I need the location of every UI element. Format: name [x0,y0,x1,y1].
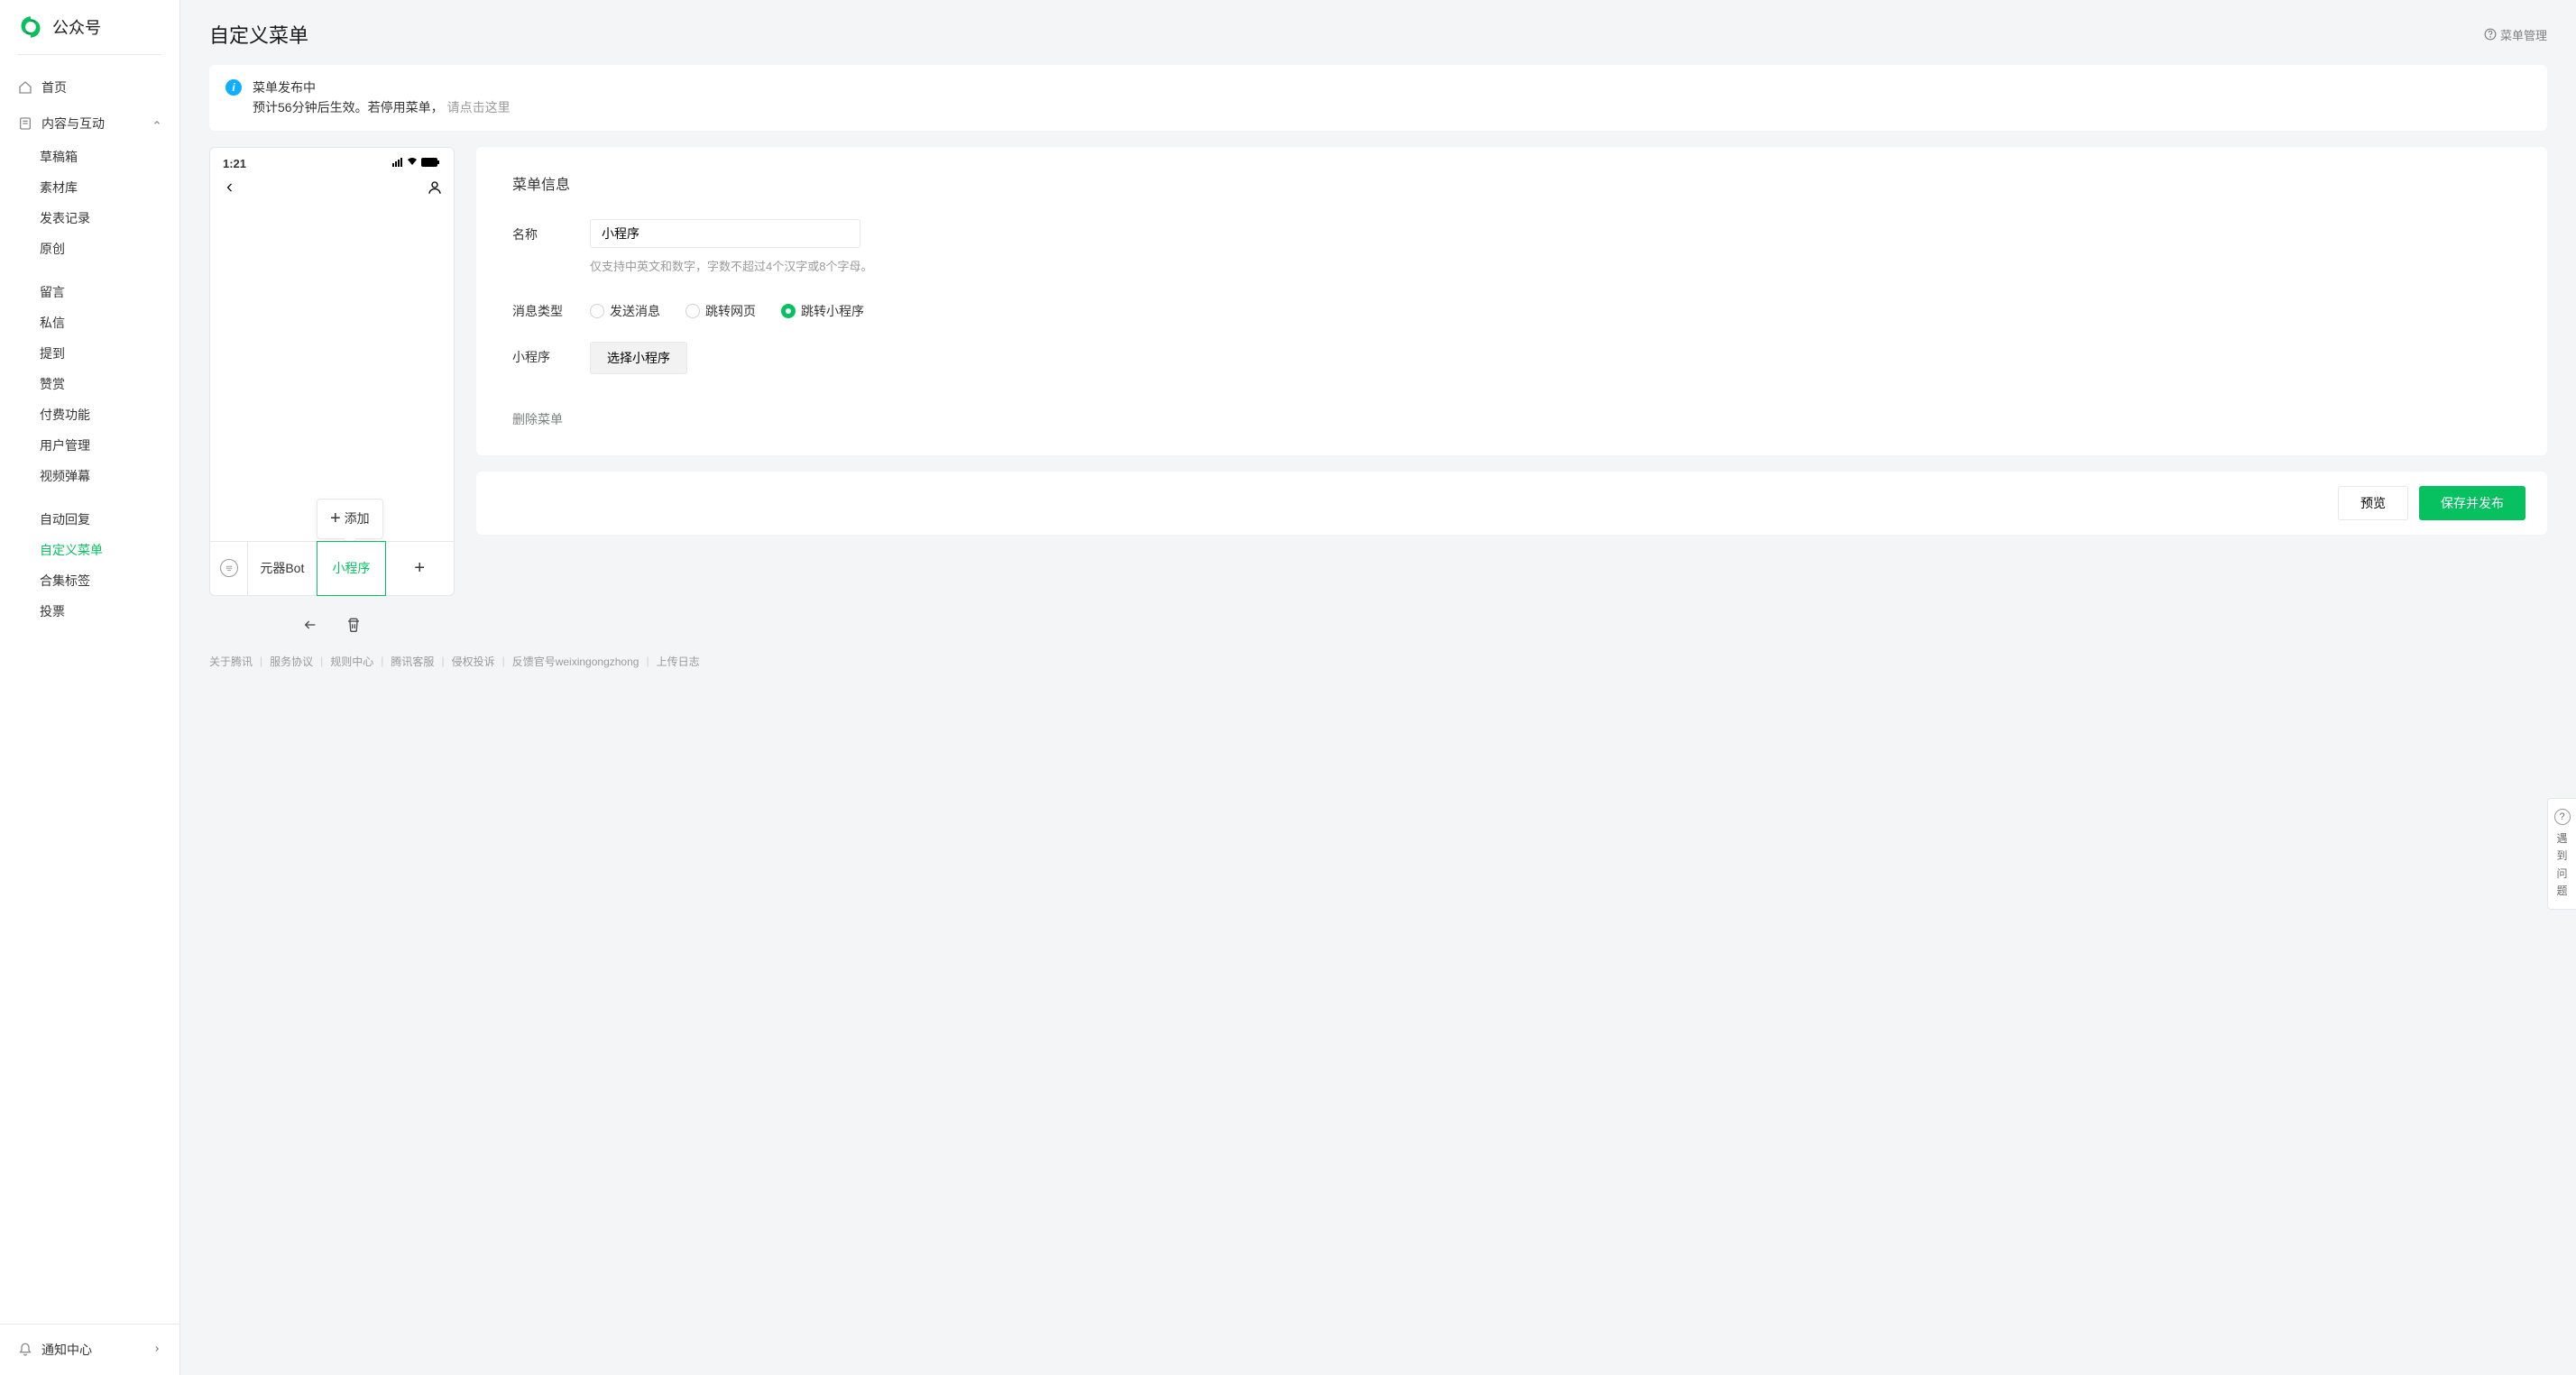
delete-button[interactable] [341,612,366,637]
radio-label: 跳转网页 [705,302,756,320]
keyboard-toggle[interactable] [210,542,248,595]
footer-link[interactable]: 腾讯客服 [391,654,434,669]
sidebar-item-mentions[interactable]: 提到 [0,338,179,369]
phone-menu-add[interactable]: + [385,542,454,595]
radio-jump-url[interactable]: 跳转网页 [685,302,756,320]
float-help-button[interactable]: ? 遇到问题 [2547,798,2576,911]
sidebar-notify[interactable]: 通知中心 [0,1332,179,1368]
phone-menu-bar: 元器Bot 小程序 + [210,541,454,595]
sidebar: 公众号 首页 内容与互动 草稿箱 素材库 发表记录 原创 [0,0,180,1375]
question-icon: ? [2554,809,2571,825]
footer-link[interactable]: 侵权投诉 [452,654,495,669]
sidebar-item-vote[interactable]: 投票 [0,596,179,627]
radio-label: 跳转小程序 [801,302,864,320]
plus-icon: + [330,509,341,529]
nav: 首页 内容与互动 草稿箱 素材库 发表记录 原创 留言 私信 提到 赞赏 付费功… [0,66,179,1324]
sidebar-item-assets[interactable]: 素材库 [0,172,179,203]
phone-submenu-popover: + 添加 [317,499,383,539]
phone-tools [209,612,455,637]
radio-icon [590,304,604,318]
name-input[interactable] [590,219,860,248]
sidebar-item-comments[interactable]: 留言 [0,277,179,307]
radio-send-message[interactable]: 发送消息 [590,302,660,320]
brand-logo-icon [18,14,43,40]
sidebar-item-dm[interactable]: 私信 [0,307,179,338]
footer-link[interactable]: 上传日志 [657,654,700,669]
phone-navbar [210,174,454,210]
radio-jump-miniapp[interactable]: 跳转小程序 [781,302,864,320]
footer: 关于腾讯| 服务协议| 规则中心| 腾讯客服| 侵权投诉| 反馈官号weixin… [209,637,2547,673]
footer-link[interactable]: 规则中心 [330,654,373,669]
radio-label: 发送消息 [610,302,660,320]
sidebar-content-group[interactable]: 内容与互动 [0,105,179,142]
sidebar-item-users[interactable]: 用户管理 [0,430,179,461]
sidebar-item-custom-menu[interactable]: 自定义菜单 [0,535,179,565]
question-icon [2484,28,2497,41]
main: 自定义菜单 菜单管理 i 菜单发布中 预计56分钟后生效。若停用菜单，请点击这里 [180,0,2576,1375]
phone-statusbar: 1:21 [210,148,454,174]
miniapp-label: 小程序 [512,342,590,366]
radio-icon [685,304,700,318]
phone-menu-1[interactable]: 元器Bot [248,542,317,595]
user-icon[interactable] [427,179,443,200]
type-label: 消息类型 [512,296,590,320]
radio-icon [781,304,796,318]
delete-menu-link[interactable]: 删除菜单 [512,412,563,426]
sidebar-item-original[interactable]: 原创 [0,234,179,264]
keyboard-icon [220,559,238,577]
sidebar-item-drafts[interactable]: 草稿箱 [0,142,179,172]
submenu-add-label: 添加 [345,509,370,527]
name-hint: 仅支持中英文和数字，字数不超过4个汉字或8个字母。 [590,257,2511,274]
chevron-up-icon [152,117,161,130]
info-icon: i [225,79,242,96]
phone-time: 1:21 [223,157,246,170]
sidebar-item-publish-history[interactable]: 发表记录 [0,203,179,234]
sidebar-home-label: 首页 [41,78,67,96]
plus-icon: + [414,558,425,579]
divider [18,54,161,55]
chevron-right-icon [152,1343,161,1356]
content-icon [18,116,32,131]
phone-preview: 1:21 [209,147,455,596]
footer-link[interactable]: 反馈官号weixingongzhong [512,654,639,669]
footer-link[interactable]: 服务协议 [270,654,313,669]
page-title: 自定义菜单 [209,20,308,49]
bell-icon [18,1343,32,1357]
header: 自定义菜单 菜单管理 [180,0,2576,65]
sidebar-home[interactable]: 首页 [0,69,179,105]
preview-button[interactable]: 预览 [2338,486,2408,520]
footer-link[interactable]: 关于腾讯 [209,654,253,669]
sidebar-item-reward[interactable]: 赞赏 [0,369,179,399]
float-help-label: 遇到问题 [2553,830,2571,900]
notice-banner: i 菜单发布中 预计56分钟后生效。若停用菜单，请点击这里 [209,65,2547,131]
panel-title: 菜单信息 [512,172,2511,194]
publish-button[interactable]: 保存并发布 [2419,486,2525,520]
signal-wifi-battery-icon [392,157,441,170]
sidebar-item-danmu[interactable]: 视频弹幕 [0,461,179,491]
brand-name: 公众号 [52,15,101,39]
notice-desc: 预计56分钟后生效。若停用菜单， [253,100,444,115]
move-left-button[interactable] [298,612,323,637]
home-icon [18,80,32,95]
action-bar: 预览 保存并发布 [476,472,2547,535]
back-icon[interactable] [221,179,239,201]
brand[interactable]: 公众号 [0,0,179,54]
notice-title: 菜单发布中 [253,78,511,97]
header-help-link[interactable]: 菜单管理 [2484,26,2547,43]
menu-info-panel: 菜单信息 名称 仅支持中英文和数字，字数不超过4个汉字或8个字母。 消息类型 [476,147,2547,455]
sidebar-notify-label: 通知中心 [41,1341,92,1359]
select-miniapp-button[interactable]: 选择小程序 [590,342,687,374]
sidebar-item-tags[interactable]: 合集标签 [0,565,179,596]
sidebar-item-paid[interactable]: 付费功能 [0,399,179,430]
sidebar-content-label: 内容与互动 [41,115,105,133]
sidebar-item-autoreply[interactable]: 自动回复 [0,504,179,535]
header-help-label: 菜单管理 [2500,26,2547,43]
phone-menu-2[interactable]: 小程序 [317,541,387,596]
notice-link[interactable]: 请点击这里 [447,100,511,115]
submenu-add-button[interactable]: + 添加 [317,500,382,538]
name-label: 名称 [512,219,590,243]
